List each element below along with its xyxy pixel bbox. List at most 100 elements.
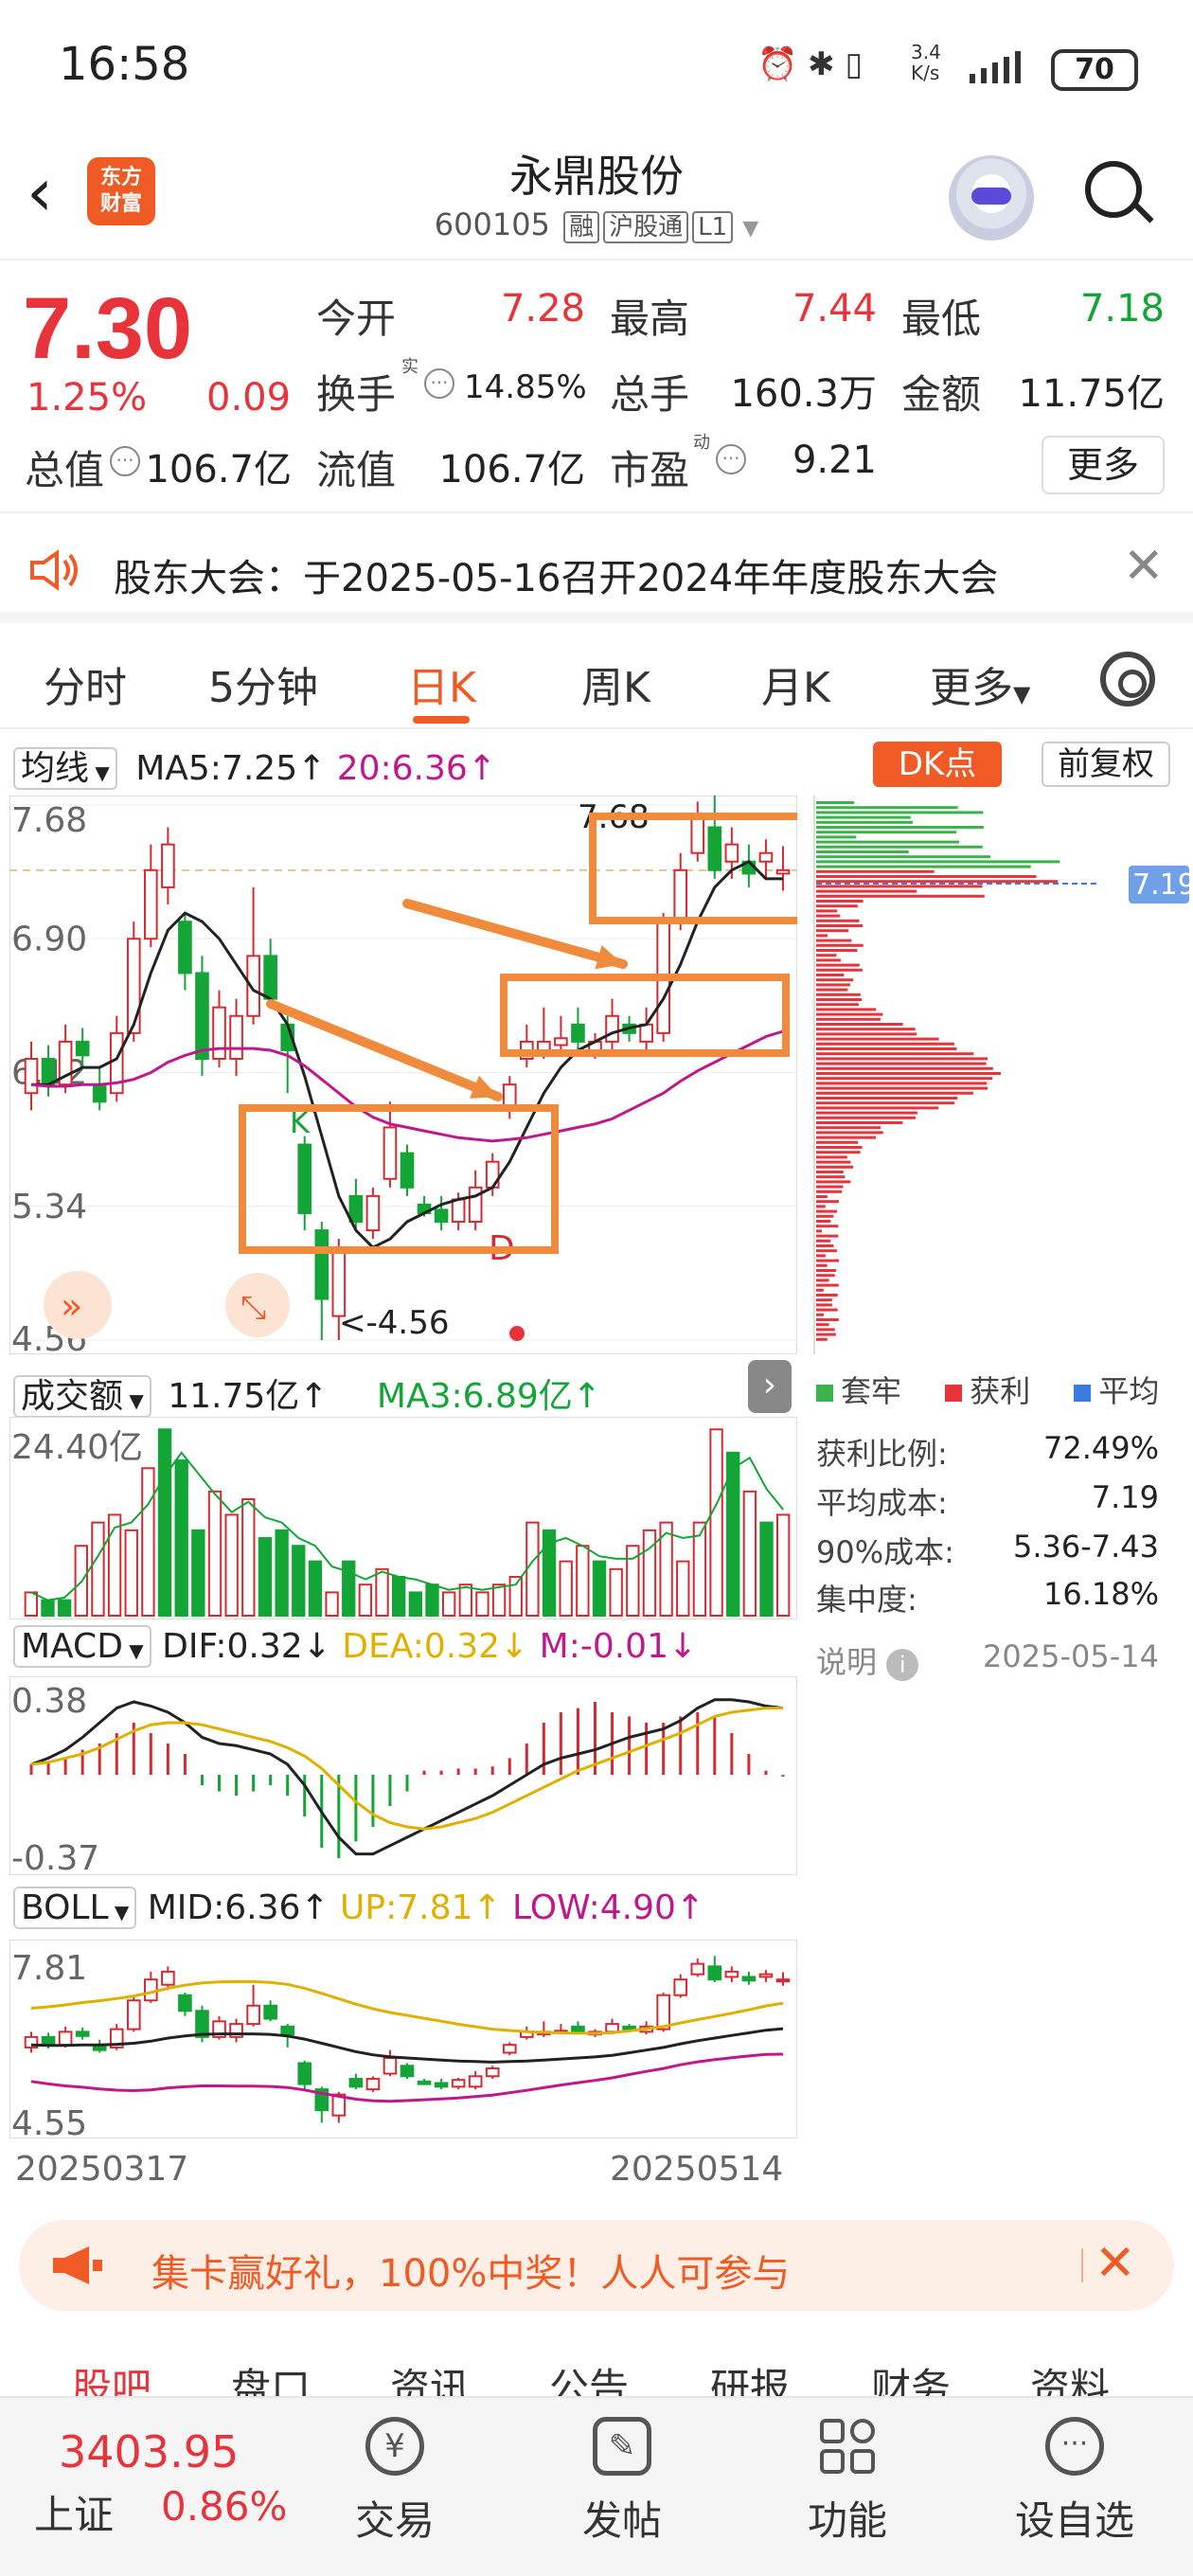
- tab-finance[interactable]: 财务: [871, 2356, 951, 2396]
- tab-daily-k[interactable]: 日K: [407, 653, 476, 714]
- tab-5min[interactable]: 5分钟: [208, 653, 318, 714]
- assistant-robot-icon[interactable]: [949, 155, 1034, 241]
- tab-profile[interactable]: 资料: [1030, 2356, 1110, 2396]
- note-label: 说明: [816, 1644, 878, 1680]
- candle-body: [775, 868, 791, 875]
- tab-monthly-k[interactable]: 月K: [761, 653, 830, 714]
- volume-bar: [742, 1490, 757, 1617]
- boll-candle-body: [58, 2030, 73, 2047]
- battery-indicator: 70: [1051, 49, 1138, 91]
- float-cap-value: 106.7亿: [438, 448, 585, 492]
- chip-bar: [816, 1023, 903, 1026]
- chip-bar: [816, 988, 848, 992]
- nav-trade[interactable]: ¥ 交易: [324, 2417, 466, 2547]
- kline-chart[interactable]: 7.686.906.125.344.567.68<-4.56KD»⤡: [9, 796, 797, 1354]
- candle-body: [707, 826, 722, 871]
- candle-body: [75, 1040, 90, 1057]
- volume-bar: [224, 1513, 239, 1617]
- boll-dropdown[interactable]: BOLL ▼: [13, 1887, 137, 1929]
- candle-body: [144, 868, 158, 940]
- index-value[interactable]: 3403.95: [59, 2426, 239, 2478]
- boll-candle-body: [297, 2062, 312, 2085]
- volume-bar: [157, 1428, 172, 1618]
- chevron-right-icon[interactable]: ›: [748, 1360, 792, 1413]
- tab-news[interactable]: 资讯: [390, 2356, 470, 2396]
- chip-bar: [816, 1047, 957, 1050]
- candle-body: [41, 1058, 56, 1086]
- chip-bar: [816, 1225, 839, 1228]
- note-link[interactable]: 说明 i: [816, 1638, 919, 1682]
- promo-banner[interactable]: 集卡赢好礼，100%中奖！人人可参与 ✕: [19, 2220, 1174, 2311]
- chip-bar: [816, 978, 854, 982]
- chevron-down-icon[interactable]: ▼: [742, 217, 758, 241]
- market-cap-info-icon[interactable]: ···: [110, 446, 140, 476]
- boll-candle-body: [502, 2044, 517, 2054]
- volume-bar: [258, 1537, 273, 1618]
- chip-bar: [816, 1028, 916, 1031]
- change-value: 0.09: [206, 376, 292, 420]
- volume-bar: [358, 1583, 373, 1618]
- ma-dropdown[interactable]: 均线 ▼: [13, 747, 117, 790]
- tab-weekly-k[interactable]: 周K: [581, 653, 650, 714]
- candle-body: [571, 1023, 585, 1043]
- boll-chart[interactable]: 7.81 4.55: [9, 1940, 797, 2138]
- grid-icon: [818, 2417, 877, 2476]
- chip-bar: [816, 865, 1031, 868]
- volume-bar: [275, 1529, 289, 1617]
- legend-profit: 获利: [945, 1373, 1030, 1409]
- index-name[interactable]: 上证: [34, 2483, 114, 2541]
- turnover-info-icon[interactable]: ···: [424, 368, 454, 399]
- boll-candle-body: [383, 2056, 398, 2075]
- ma20-label: 20:6.36↑: [336, 749, 496, 788]
- tab-research[interactable]: 研报: [710, 2356, 790, 2396]
- chip-bar: [816, 1254, 826, 1258]
- status-time: 16:58: [59, 38, 190, 91]
- dk-point-button[interactable]: DK点: [873, 742, 1002, 787]
- candle-body: [758, 851, 774, 863]
- chip-bar: [816, 1313, 825, 1316]
- candle-body: [229, 1014, 243, 1061]
- tab-more[interactable]: 更多▼: [930, 653, 1030, 714]
- chip-bar: [816, 974, 845, 976]
- candle-body: [348, 1194, 364, 1224]
- tab-order-book[interactable]: 盘口: [231, 2356, 311, 2396]
- concentration-label: 集中度:: [816, 1582, 917, 1618]
- pe-info-icon[interactable]: ···: [716, 444, 746, 474]
- chip-bar: [816, 806, 958, 810]
- nav-add-watchlist[interactable]: ··· 设自选: [1004, 2417, 1146, 2547]
- nav-post[interactable]: ✎ 发帖: [551, 2417, 693, 2547]
- content-tabs: 股吧 盘口 资讯 公告 研报 财务 资料: [0, 2339, 1193, 2396]
- volume-dropdown-label: 成交额: [21, 1377, 124, 1416]
- volume-bar: [759, 1521, 774, 1617]
- tab-forum[interactable]: 股吧: [72, 2356, 151, 2396]
- candle-body: [383, 1126, 398, 1180]
- candle-body: [605, 1014, 619, 1043]
- chip-bar: [816, 1062, 987, 1065]
- adjust-price-button[interactable]: 前复权: [1042, 742, 1170, 787]
- boll-candle-body: [400, 2065, 415, 2078]
- more-button[interactable]: 更多: [1042, 436, 1165, 494]
- nav-functions[interactable]: 功能: [776, 2417, 918, 2547]
- tab-intraday[interactable]: 分时: [44, 653, 127, 714]
- close-icon[interactable]: ✕: [1095, 2235, 1136, 2292]
- volume-chart[interactable]: 24.40亿: [9, 1417, 797, 1619]
- volume-dropdown[interactable]: 成交额 ▼: [13, 1375, 151, 1418]
- chip-bar: [816, 1052, 974, 1056]
- tab-announcements[interactable]: 公告: [549, 2356, 629, 2396]
- chip-bar: [816, 909, 838, 913]
- volume-bar: [191, 1529, 205, 1617]
- close-icon[interactable]: ✕: [1123, 538, 1165, 595]
- stock-code: 600105: [434, 206, 550, 242]
- chip-bar: [816, 1160, 851, 1164]
- index-change[interactable]: 0.86%: [161, 2483, 287, 2530]
- macd-dropdown[interactable]: MACD ▼: [13, 1625, 151, 1668]
- macd-chart[interactable]: 0.38 -0.37: [9, 1676, 797, 1875]
- notice-bar[interactable]: 股东大会：于2025-05-16召开2024年年度股东大会 ✕: [0, 511, 1193, 623]
- search-icon[interactable]: [1085, 161, 1142, 218]
- boll-dropdown-label: BOLL: [21, 1888, 109, 1927]
- candle-body: [365, 1194, 381, 1232]
- gear-icon[interactable]: [1100, 652, 1155, 707]
- boll-candle-body: [41, 2035, 56, 2047]
- chip-bar: [816, 835, 857, 839]
- chip-bar: [816, 1097, 958, 1100]
